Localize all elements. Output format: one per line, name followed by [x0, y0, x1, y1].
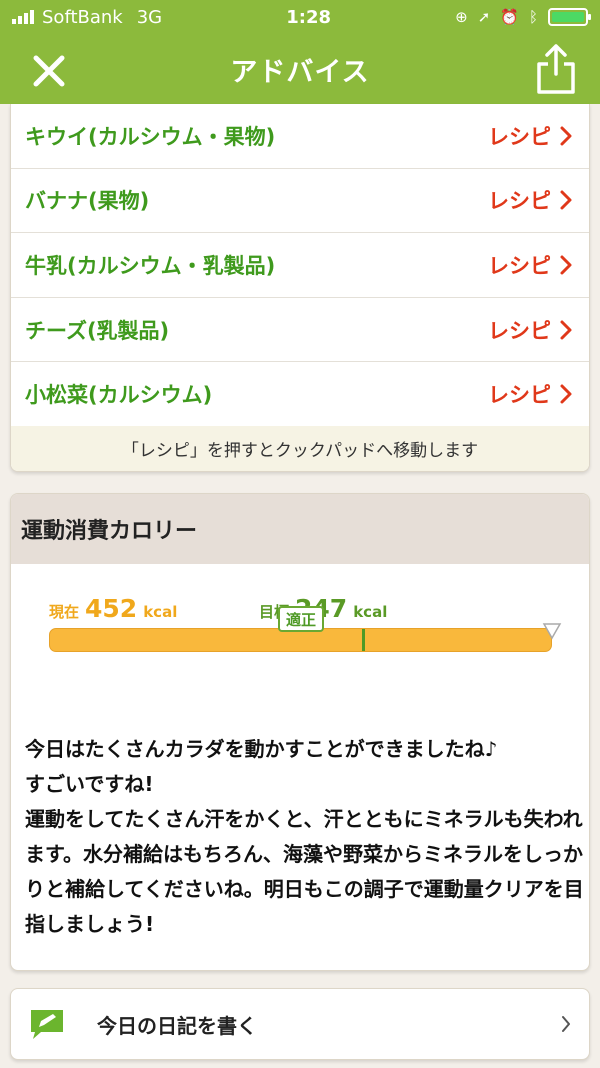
- current-label: 現在: [49, 603, 80, 621]
- food-list-card: キウイ(カルシウム・果物) レシピ バナナ(果物) レシピ 牛乳(カルシウム・乳…: [10, 104, 590, 472]
- location-icon: ➚: [477, 8, 491, 26]
- recipe-label: レシピ: [488, 383, 551, 408]
- recipe-link[interactable]: レシピ: [488, 250, 573, 280]
- food-name: 牛乳(カルシウム・乳製品): [25, 253, 276, 278]
- exercise-calorie-card: 運動消費カロリー 現在 452 kcal 目標 247 kcal 適正 今日はた…: [10, 493, 590, 971]
- chevron-right-icon: [560, 255, 572, 275]
- current-calorie: 現在 452 kcal: [49, 594, 177, 623]
- status-right: ⊕ ➚ ⏰ ᛒ: [455, 8, 591, 26]
- chevron-right-icon: [560, 320, 572, 340]
- pencil-icon: [31, 1010, 63, 1039]
- recipe-link[interactable]: レシピ: [488, 315, 573, 345]
- food-name: キウイ(カルシウム・果物): [25, 124, 276, 149]
- carrier-label: SoftBank: [42, 6, 123, 28]
- food-row[interactable]: 牛乳(カルシウム・乳製品) レシピ: [11, 233, 589, 298]
- write-diary-button[interactable]: 今日の日記を書く: [10, 988, 590, 1060]
- target-marker-line: [362, 629, 365, 651]
- current-value: 452: [85, 594, 138, 623]
- food-row[interactable]: チーズ(乳製品) レシピ: [11, 298, 589, 363]
- exercise-header: 運動消費カロリー: [11, 494, 589, 564]
- food-row[interactable]: キウイ(カルシウム・果物) レシピ: [11, 104, 589, 169]
- recipe-label: レシピ: [488, 318, 551, 343]
- advice-message: 今日はたくさんカラダを動かすことができましたね♪ すごいですね! 運動をしてたく…: [25, 737, 584, 936]
- recipe-link[interactable]: レシピ: [488, 185, 573, 215]
- triangle-marker-icon: [542, 623, 562, 640]
- food-name: チーズ(乳製品): [25, 318, 170, 343]
- recipe-link[interactable]: レシピ: [488, 121, 573, 151]
- current-unit: kcal: [143, 603, 178, 621]
- food-name: バナナ(果物): [25, 189, 150, 214]
- status-left: SoftBank 3G: [12, 7, 162, 28]
- share-icon[interactable]: [534, 42, 578, 96]
- status-badge: 適正: [278, 606, 324, 632]
- food-row[interactable]: 小松菜(カルシウム) レシピ: [11, 362, 589, 427]
- lock-rotation-icon: ⊕: [455, 8, 468, 26]
- signal-icon: [12, 10, 34, 24]
- recipe-note: 「レシピ」を押すとクックパッドへ移動します: [11, 426, 589, 471]
- chevron-right-icon: [560, 126, 572, 146]
- bluetooth-icon: ᛒ: [528, 8, 538, 26]
- time-label: 1:28: [286, 6, 332, 28]
- alarm-icon: ⏰: [500, 8, 519, 26]
- food-name: 小松菜(カルシウム): [25, 383, 213, 408]
- nav-bar: アドバイス: [0, 34, 600, 104]
- close-icon[interactable]: [26, 48, 72, 94]
- battery-icon: [548, 8, 591, 26]
- recipe-label: レシピ: [488, 253, 551, 278]
- page-title: アドバイス: [230, 56, 370, 88]
- chevron-right-icon: [560, 384, 572, 404]
- chevron-right-icon: [560, 190, 572, 210]
- network-label: 3G: [136, 6, 163, 28]
- chevron-right-icon: [562, 1016, 570, 1032]
- recipe-label: レシピ: [488, 189, 551, 214]
- recipe-link[interactable]: レシピ: [488, 379, 573, 409]
- status-bar: SoftBank 3G 1:28 ⊕ ➚ ⏰ ᛒ: [0, 0, 600, 34]
- recipe-label: レシピ: [488, 124, 551, 149]
- diary-label: 今日の日記を書く: [97, 1013, 257, 1038]
- food-row[interactable]: バナナ(果物) レシピ: [11, 169, 589, 234]
- target-unit: kcal: [353, 603, 388, 621]
